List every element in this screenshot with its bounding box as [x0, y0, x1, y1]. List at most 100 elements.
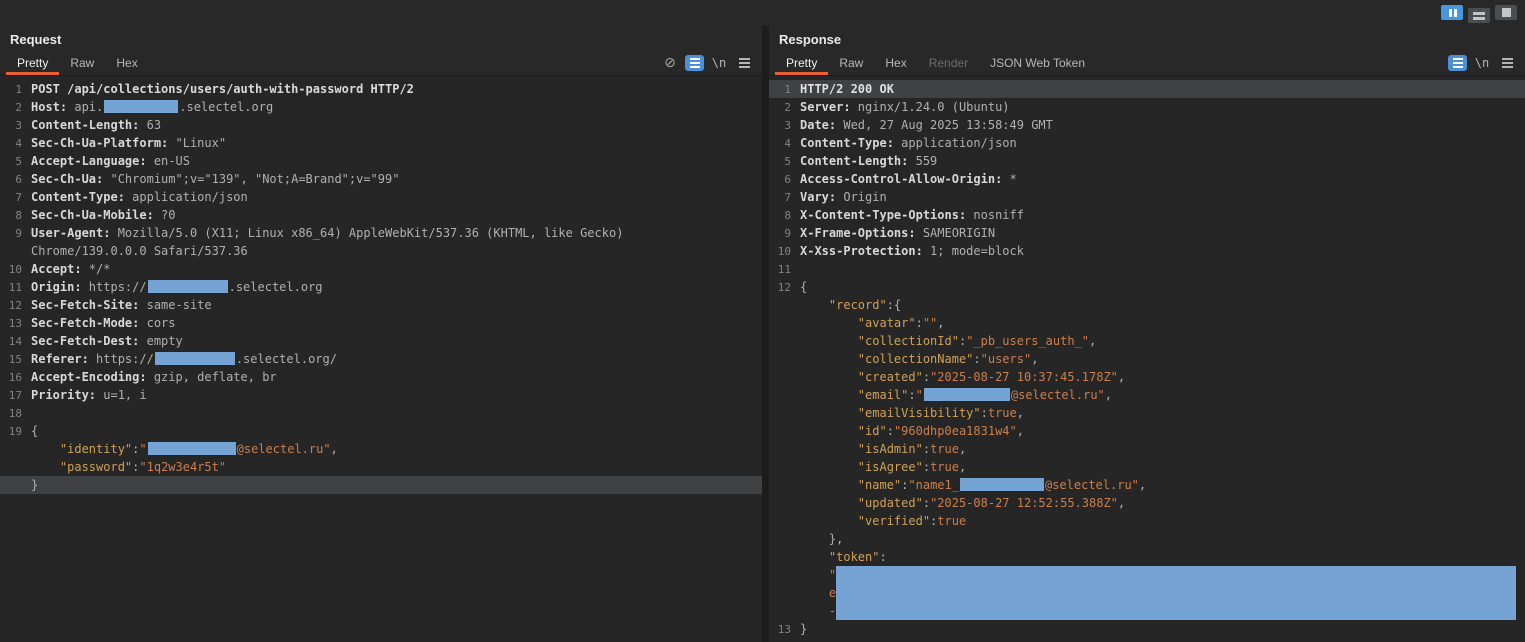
request-panel: Request PrettyRawHex 1POST /api/collecti… [0, 26, 762, 642]
code-text: */* [82, 262, 111, 276]
line-number: 1 [769, 81, 798, 99]
code-line: 13} [769, 620, 1525, 638]
code-line: 7Vary: Origin [769, 188, 1525, 206]
response-editor[interactable]: 1HTTP/2 200 OK2Server: nginx/1.24.0 (Ubu… [769, 76, 1525, 642]
line-number: 3 [0, 117, 29, 135]
code-line: "created":"2025-08-27 10:37:45.178Z", [769, 368, 1525, 386]
code-text: "collectionName" [800, 352, 973, 366]
code-text: :{ [887, 298, 901, 312]
eye-off-icon[interactable] [660, 54, 680, 71]
pretty-icon[interactable] [685, 55, 704, 71]
code-line: " [769, 566, 1525, 584]
line-number: 13 [0, 315, 29, 333]
code-text: Sec-Fetch-Site: [31, 298, 139, 312]
code-text: "name" [800, 478, 901, 492]
code-text: "emailVisibility" [800, 406, 981, 420]
menu-icon[interactable] [734, 54, 754, 71]
code-text: Accept-Encoding: [31, 370, 147, 384]
response-tabbar: PrettyRawHexRenderJSON Web Token [769, 50, 1525, 76]
code-text: Chrome/139.0.0.0 Safari/537.36 [31, 244, 248, 258]
code-line: 10Accept: */* [0, 260, 762, 278]
code-text: nginx/1.24.0 (Ubuntu) [851, 100, 1010, 114]
line-number: 8 [0, 207, 29, 225]
code-text: "identity" [31, 442, 132, 456]
window-topbar [0, 0, 1525, 26]
code-text: .selectel.org [229, 280, 323, 294]
split-layout-button[interactable] [1468, 8, 1490, 23]
code-line: 9X-Frame-Options: SAMEORIGIN [769, 224, 1525, 242]
code-line: 13Sec-Fetch-Mode: cors [0, 314, 762, 332]
code-text: Mozilla/5.0 (X11; Linux x86_64) AppleWeb… [110, 226, 623, 240]
code-text: https:// [82, 280, 147, 294]
response-tab-pretty[interactable]: Pretty [775, 52, 828, 75]
code-text: true [930, 442, 959, 456]
request-tab-hex[interactable]: Hex [105, 52, 148, 75]
line-number: 2 [0, 99, 29, 117]
redaction-box [960, 478, 1044, 491]
code-text: Host: [31, 100, 67, 114]
newline-icon[interactable] [1472, 54, 1492, 71]
pretty-icon[interactable] [1448, 55, 1467, 71]
code-line: 11 [769, 260, 1525, 278]
line-number: 16 [0, 369, 29, 387]
code-line: 4Sec-Ch-Ua-Platform: "Linux" [0, 134, 762, 152]
panel-divider[interactable] [762, 26, 769, 642]
response-tab-json-web-token[interactable]: JSON Web Token [979, 52, 1096, 75]
code-line: 16Accept-Encoding: gzip, deflate, br [0, 368, 762, 386]
code-text: }, [800, 532, 843, 546]
code-text: ?0 [154, 208, 176, 222]
response-tab-raw[interactable]: Raw [828, 52, 874, 75]
code-text: cors [139, 316, 175, 330]
code-text: en-US [147, 154, 190, 168]
code-line: 11Origin: https://.selectel.org [0, 278, 762, 296]
code-text: Wed, 27 Aug 2025 13:58:49 GMT [836, 118, 1053, 132]
redaction-box [924, 388, 1010, 401]
code-line: 12{ [769, 278, 1525, 296]
code-text: "id" [800, 424, 887, 438]
redaction-box [836, 602, 1516, 620]
code-text: , [1118, 370, 1125, 384]
code-text: : [908, 388, 915, 402]
response-tab-hex[interactable]: Hex [874, 52, 917, 75]
code-text: Sec-Fetch-Dest: [31, 334, 139, 348]
request-tab-raw[interactable]: Raw [59, 52, 105, 75]
request-editor[interactable]: 1POST /api/collections/users/auth-with-p… [0, 76, 762, 642]
code-text: Accept: [31, 262, 82, 276]
request-tab-pretty[interactable]: Pretty [6, 52, 59, 75]
newline-icon[interactable] [709, 54, 729, 71]
pause-button[interactable] [1441, 5, 1463, 20]
code-text: 63 [139, 118, 161, 132]
code-line: "id":"960dhp0ea1831w4", [769, 422, 1525, 440]
code-text: - [800, 604, 836, 618]
redaction-box [155, 352, 235, 365]
code-line: "verified":true [769, 512, 1525, 530]
code-text: "collectionId" [800, 334, 959, 348]
menu-icon[interactable] [1497, 54, 1517, 71]
code-text: X-Xss-Protection: [800, 244, 923, 258]
code-line: "collectionId":"_pb_users_auth_", [769, 332, 1525, 350]
code-text: "created" [800, 370, 923, 384]
line-number: 1 [0, 81, 29, 99]
code-text: .selectel.org [179, 100, 273, 114]
code-text: Access-Control-Allow-Origin: [800, 172, 1002, 186]
code-line: "password":"1q2w3e4r5t" [0, 458, 762, 476]
code-text: "2025-08-27 12:52:55.388Z" [930, 496, 1118, 510]
request-tabs: PrettyRawHex [6, 52, 149, 75]
code-text: Content-Length: [800, 154, 908, 168]
response-tabs: PrettyRawHexRenderJSON Web Token [775, 52, 1096, 75]
code-line: 8Sec-Ch-Ua-Mobile: ?0 [0, 206, 762, 224]
code-text: "Chromium";v="139", "Not;A=Brand";v="99" [103, 172, 399, 186]
code-text: application/json [894, 136, 1017, 150]
code-line: 18 [0, 404, 762, 422]
maximize-layout-button[interactable] [1495, 5, 1517, 20]
line-number: 13 [769, 621, 798, 639]
code-text: api. [67, 100, 103, 114]
code-line: 4Content-Type: application/json [769, 134, 1525, 152]
request-editor-toolbar [655, 54, 754, 75]
code-text: : [923, 370, 930, 384]
code-line: 1HTTP/2 200 OK [769, 80, 1525, 98]
code-text: true [930, 460, 959, 474]
code-text: Content-Length: [31, 118, 139, 132]
code-text: : [923, 496, 930, 510]
code-line: - [769, 602, 1525, 620]
